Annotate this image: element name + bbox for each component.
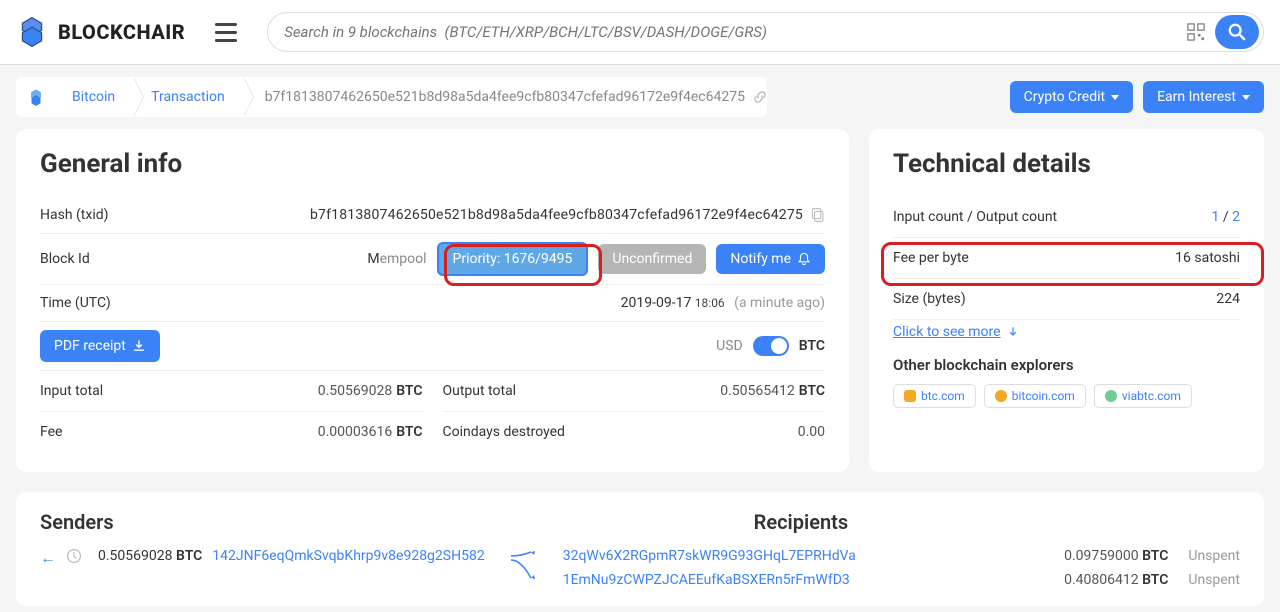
general-info-title: General info	[40, 149, 825, 179]
clock-icon	[66, 548, 82, 564]
crypto-credit-button[interactable]: Crypto Credit	[1010, 81, 1133, 113]
currency-toggle: USD BTC	[716, 336, 825, 356]
recipient-address[interactable]: 32qWv6X2RGpmR7skWR9G93GHqL7EPRHdVa	[563, 548, 856, 564]
other-explorers-title: Other blockchain explorers	[893, 356, 1240, 374]
breadcrumb-coin[interactable]: Bitcoin	[56, 77, 135, 117]
output-total-row: Output total 0.50565412BTC	[443, 371, 826, 412]
breadcrumb-page[interactable]: Transaction	[135, 77, 245, 117]
explorer-viabtc[interactable]: viabtc.com	[1094, 384, 1192, 408]
logo-icon	[16, 16, 48, 48]
size-row: Size (bytes) 224	[893, 279, 1240, 320]
download-icon	[132, 339, 146, 353]
recipient-amount: 0.09759000 BTC	[1064, 548, 1168, 564]
recipient-address[interactable]: 1EmNu9zCWPZJCAEEufKaBSXERn5rFmWfD3	[563, 572, 850, 588]
fee-row: Fee 0.00003616BTC	[40, 412, 423, 452]
explorer-btc[interactable]: btc.com	[893, 384, 976, 408]
sender-address[interactable]: 142JNF6eqQmkSvqbKhrp9v8e928g2SH582	[212, 548, 484, 564]
time-value: 2019-09-17 18:06 (a minute ago)	[621, 295, 825, 311]
recipients-title: Recipients	[754, 510, 848, 534]
mempool-label: Mempool	[367, 251, 426, 267]
general-info-card: General info Hash (txid) b7f181380746265…	[16, 129, 849, 472]
io-count-row: Input count / Output count 1 / 2	[893, 197, 1240, 238]
breadcrumb-icon[interactable]	[16, 85, 56, 109]
output-count-link[interactable]: 2	[1232, 209, 1240, 225]
link-icon[interactable]	[753, 90, 767, 104]
unconfirmed-badge: Unconfirmed	[598, 244, 706, 274]
coindays-row: Coindays destroyed 0.00	[443, 412, 826, 452]
usd-label: USD	[716, 338, 743, 354]
technical-details-card: Technical details Input count / Output c…	[869, 129, 1264, 472]
hash-row: Hash (txid) b7f1813807462650e521b8d98a5d…	[40, 197, 825, 234]
chevron-down-icon	[1007, 326, 1019, 338]
time-label: Time (UTC)	[40, 295, 220, 311]
menu-button[interactable]	[215, 23, 237, 42]
senders-title: Senders	[40, 510, 114, 534]
brand-logo[interactable]: BLOCKCHAIR	[16, 16, 185, 48]
block-label: Block Id	[40, 251, 220, 267]
input-total-row: Input total 0.50569028BTC	[40, 371, 423, 412]
search-bar	[267, 12, 1264, 52]
input-count-link[interactable]: 1	[1212, 209, 1220, 225]
sender-amount: 0.50569028 BTC	[98, 548, 202, 564]
recipient-row: 1EmNu9zCWPZJCAEEufKaBSXERn5rFmWfD3 0.408…	[563, 572, 1240, 588]
breadcrumb-hash: b7f1813807462650e521b8d98a5da4fee9cfb803…	[265, 89, 767, 105]
caret-down-icon	[1242, 95, 1250, 100]
recipient-amount: 0.40806412 BTC	[1064, 572, 1168, 588]
search-icon	[1228, 23, 1246, 41]
recipient-status: Unspent	[1188, 572, 1240, 588]
earn-interest-button[interactable]: Earn Interest	[1143, 81, 1264, 113]
bell-icon	[797, 252, 811, 266]
brand-text: BLOCKCHAIR	[58, 20, 185, 44]
flow-arrow-icon	[509, 548, 539, 584]
pdf-row: PDF receipt USD BTC	[40, 322, 825, 371]
notify-button[interactable]: Notify me	[716, 244, 825, 274]
block-row: Block Id Mempool Priority: 1676/9495 Unc…	[40, 234, 825, 285]
hash-label: Hash (txid)	[40, 207, 220, 223]
technical-title: Technical details	[893, 149, 1240, 179]
cube-icon	[27, 85, 45, 109]
copy-icon[interactable]	[811, 208, 825, 222]
hash-value: b7f1813807462650e521b8d98a5da4fee9cfb803…	[220, 207, 803, 223]
currency-switch[interactable]	[753, 336, 789, 356]
arrow-left-icon[interactable]: ←	[40, 548, 56, 568]
priority-badge[interactable]: Priority: 1676/9495	[437, 242, 589, 276]
pdf-receipt-button[interactable]: PDF receipt	[40, 330, 160, 362]
fee-per-byte-row: Fee per byte 16 satoshi	[893, 238, 1240, 279]
explorer-bitcoin[interactable]: bitcoin.com	[984, 384, 1086, 408]
search-button[interactable]	[1215, 15, 1259, 49]
explorer-badges: btc.com bitcoin.com viabtc.com	[893, 384, 1240, 408]
breadcrumb: Bitcoin Transaction b7f1813807462650e521…	[16, 77, 767, 117]
qr-icon[interactable]	[1187, 23, 1205, 41]
flow-card: Senders Recipients ← 0.50569028 BTC 142J…	[16, 492, 1264, 606]
btc-label: BTC	[799, 338, 825, 354]
caret-down-icon	[1111, 95, 1119, 100]
see-more-link[interactable]: Click to see more	[893, 324, 1019, 340]
time-row: Time (UTC) 2019-09-17 18:06 (a minute ag…	[40, 285, 825, 322]
recipient-row: 32qWv6X2RGpmR7skWR9G93GHqL7EPRHdVa 0.097…	[563, 548, 1240, 564]
recipient-status: Unspent	[1188, 548, 1240, 564]
search-input[interactable]	[284, 23, 1187, 41]
